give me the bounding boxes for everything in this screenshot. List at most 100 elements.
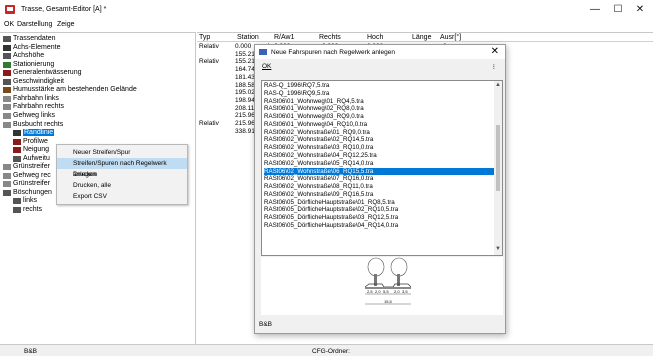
template-list-item[interactable]: RASt06\02_Wohnstraße\09_RQ16,5.tra <box>264 191 494 199</box>
template-list-item[interactable]: RASt06\02_Wohnstraße\03_RQ10,0.tra <box>264 144 494 152</box>
ctx-new-lane[interactable]: Neuer Streifen/Spur <box>57 147 187 158</box>
col-header-rechts[interactable]: Rechts <box>319 34 341 41</box>
template-list[interactable]: RAS-Q_1996\RQ7,5.tra RAS-Q_1996\RQ9,5.tra… <box>261 80 503 256</box>
menu-item-darstellung[interactable]: Darstellung <box>17 21 52 28</box>
tree-item[interactable]: Trassendaten <box>3 35 56 43</box>
template-list-item[interactable]: RASt06\02_Wohnstraße\06_RQ15,5.tra <box>264 167 494 176</box>
ctx-print-all[interactable]: Drucken, alle <box>57 180 187 191</box>
lane-icon <box>3 121 11 128</box>
tree-item-label: Humusstärke am bestehenden Gelände <box>13 86 137 94</box>
scroll-up-icon[interactable]: ▲ <box>495 82 501 88</box>
template-list-item[interactable]: RASt06\02_Wohnstraße\01_RQ9,0.tra <box>264 129 494 137</box>
tree-item-label: rechts <box>23 206 43 213</box>
menu-item-ok[interactable]: OK <box>4 21 14 28</box>
tree-item-label: Trassendaten <box>13 35 56 42</box>
speed-icon <box>3 78 11 85</box>
scroll-down-icon[interactable]: ▼ <box>495 246 501 252</box>
station-icon <box>3 61 11 68</box>
col-header-raw[interactable]: R/Aw1 <box>274 34 295 41</box>
tree-item[interactable]: Grünstreifer <box>3 163 50 171</box>
tree-item-label: Aufweitu <box>23 154 50 162</box>
tree-right-icon <box>390 257 408 286</box>
template-list-item[interactable]: RASt06\01_Wohnweg\02_RQ8,0.tra <box>264 105 494 113</box>
ctx-create-by-rules[interactable]: Streifen/Spuren nach Regelwerk anlegen <box>57 158 187 178</box>
ctx-print[interactable]: Drucken <box>57 169 187 180</box>
tree-item[interactable]: Fahrbahn links <box>3 95 59 103</box>
tree-item[interactable]: Geschwindigkeit <box>3 78 64 86</box>
tree-item[interactable]: Gehweg links <box>3 112 55 120</box>
lane-icon <box>3 181 11 188</box>
tree-item[interactable]: links <box>13 197 37 205</box>
template-list-item[interactable]: RASt06\05_DörflicheHauptstraße\02_RQ10,5… <box>264 206 494 214</box>
status-bar: B&B CFG-Ordner: <box>0 344 653 356</box>
cross-section-preview: 2,5 2,0 5,5 2,0 3,5 15,5 <box>261 257 503 315</box>
tree-item[interactable]: Achshöhe <box>3 52 44 60</box>
lane-icon <box>3 112 11 119</box>
lane-icon <box>3 172 11 179</box>
col-header-laenge[interactable]: Länge <box>412 34 431 41</box>
col-header-ausr[interactable]: Ausr[°] <box>440 34 461 41</box>
scroll-thumb[interactable] <box>496 125 500 191</box>
cell-typ: Relativ <box>199 120 219 127</box>
tree-item[interactable]: Profilwe <box>13 138 48 146</box>
template-list-item[interactable]: RASt06\01_Wohnweg\01_RQ4,5.tra <box>264 98 494 106</box>
tree-item-label: Gehweg rec <box>13 171 51 179</box>
tree-item-label: Fahrbahn links <box>13 94 59 102</box>
tree-item[interactable]: rechts <box>13 206 42 214</box>
widen-icon <box>13 155 21 162</box>
tree-item[interactable]: Böschungen <box>3 189 52 197</box>
tree-item-label: Stationierung <box>13 60 55 68</box>
edge-line-icon <box>13 130 21 137</box>
tree-item[interactable]: Achs-Elemente <box>3 44 60 52</box>
menu-item-zeige[interactable]: Zeige <box>57 21 75 28</box>
axis-height-icon <box>3 53 11 60</box>
tree-item-label: Profilwe <box>23 137 48 145</box>
template-list-item[interactable]: RASt06\01_Wohnweg\03_RQ9,0.tra <box>264 113 494 121</box>
template-list-item[interactable]: RASt06\05_DörflicheHauptstraße\03_RQ12,5… <box>264 214 494 222</box>
list-header: Typ Station R/Aw1 Rechts Hoch Länge Ausr… <box>197 33 653 42</box>
humus-icon <box>3 87 11 94</box>
template-list-item[interactable]: RAS-Q_1996\RQ9,5.tra <box>264 90 494 98</box>
close-button[interactable]: ✕ <box>625 3 653 17</box>
tree-item-label: links <box>23 197 38 205</box>
dialog-ok-button[interactable]: OK <box>262 63 271 70</box>
col-header-hoch[interactable]: Hoch <box>367 34 383 41</box>
status-left: B&B <box>24 348 38 355</box>
template-list-item[interactable]: RASt06\02_Wohnstraße\08_RQ11,0.tra <box>264 183 494 191</box>
template-list-item[interactable]: RASt06\05_DörflicheHauptstraße\04_RQ14,0… <box>264 222 494 230</box>
tree-item-label: Böschungen <box>13 188 52 196</box>
cell-typ: Relativ <box>199 58 219 66</box>
tree-item[interactable]: Fahrbahn rechts <box>3 103 64 111</box>
template-list-item[interactable]: RASt06\02_Wohnstraße\04_RQ12,25.tra <box>264 152 494 160</box>
tree-item[interactable]: Grünstreifer <box>3 180 50 188</box>
col-header-typ[interactable]: Typ <box>199 34 210 41</box>
dialog-options-icon[interactable]: ⁝ <box>493 63 495 71</box>
tree-item[interactable]: Busbucht rechts <box>3 121 63 129</box>
template-list-item[interactable]: RASt06\01_Wohnweg\04_RQ10,0.tra <box>264 121 494 129</box>
dim-label-3: 5,5 <box>383 289 389 294</box>
template-list-item[interactable]: RASt06\02_Wohnstraße\02_RQ14,5.tra <box>264 136 494 144</box>
template-list-scrollbar[interactable]: ▲ ▼ <box>494 81 502 255</box>
cross-section-drawing: 2,5 2,0 5,5 2,0 3,5 15,5 <box>364 257 412 305</box>
col-header-station[interactable]: Station <box>237 34 259 41</box>
tree-item[interactable]: Gehweg rec <box>3 172 51 180</box>
slope-table-icon <box>3 189 11 196</box>
tree-item[interactable]: Neigung <box>13 146 49 154</box>
ctx-export-csv[interactable]: Export CSV <box>57 191 187 202</box>
dialog-titlebar: Neue Fahrspuren nach Regelwerk anlegen ✕ <box>255 45 505 59</box>
tree-item[interactable]: Generalentwässerung <box>3 69 82 77</box>
tree-item[interactable]: Stationierung <box>3 61 54 69</box>
tree-item-label: Gehweg links <box>13 111 56 119</box>
dim-label-2: 2,0 <box>375 289 381 294</box>
dialog-close-button[interactable]: ✕ <box>491 46 499 57</box>
template-list-item[interactable]: RASt06\02_Wohnstraße\05_RQ14,0.tra <box>264 160 494 168</box>
template-list-item[interactable]: RASt06\02_Wohnstraße\07_RQ16,0.tra <box>264 175 494 183</box>
dim-label-4: 2,0 <box>394 289 400 294</box>
template-list-item[interactable]: RASt06\05_DörflicheHauptstraße\01_RQ8,5.… <box>264 199 494 207</box>
tree-item[interactable]: Aufweitu <box>13 155 50 163</box>
tree-item[interactable]: Randlinie <box>13 129 55 137</box>
lane-icon <box>3 164 11 171</box>
template-list-item[interactable]: RAS-Q_1996\RQ7,5.tra <box>264 82 494 90</box>
cell-typ: Relativ <box>199 43 219 50</box>
tree-item[interactable]: Humusstärke am bestehenden Gelände <box>3 86 137 94</box>
